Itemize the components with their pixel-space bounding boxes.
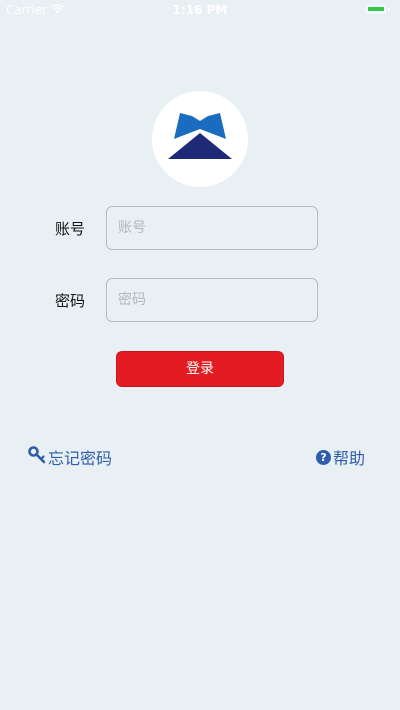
key-icon: [28, 446, 46, 468]
forgot-password-label: 忘记密码: [48, 449, 113, 468]
battery-icon: [366, 5, 386, 13]
password-input[interactable]: [106, 278, 318, 322]
help-label: 帮助: [333, 449, 366, 468]
app-logo: [152, 91, 248, 187]
forgot-password-link[interactable]: 忘记密码: [28, 445, 112, 469]
status-bar: Carrier 1:16 PM: [0, 0, 400, 20]
battery-tip: [388, 8, 390, 11]
help-link[interactable]: ? 帮助: [316, 445, 365, 469]
logo-icon: [168, 113, 232, 159]
password-label: 密码: [55, 292, 86, 310]
account-label: 账号: [55, 220, 86, 238]
battery-level: [368, 7, 384, 11]
status-time: 1:16 PM: [172, 3, 228, 17]
help-icon: ?: [316, 449, 331, 465]
login-button[interactable]: 登录: [116, 351, 284, 387]
account-input[interactable]: [106, 206, 318, 250]
